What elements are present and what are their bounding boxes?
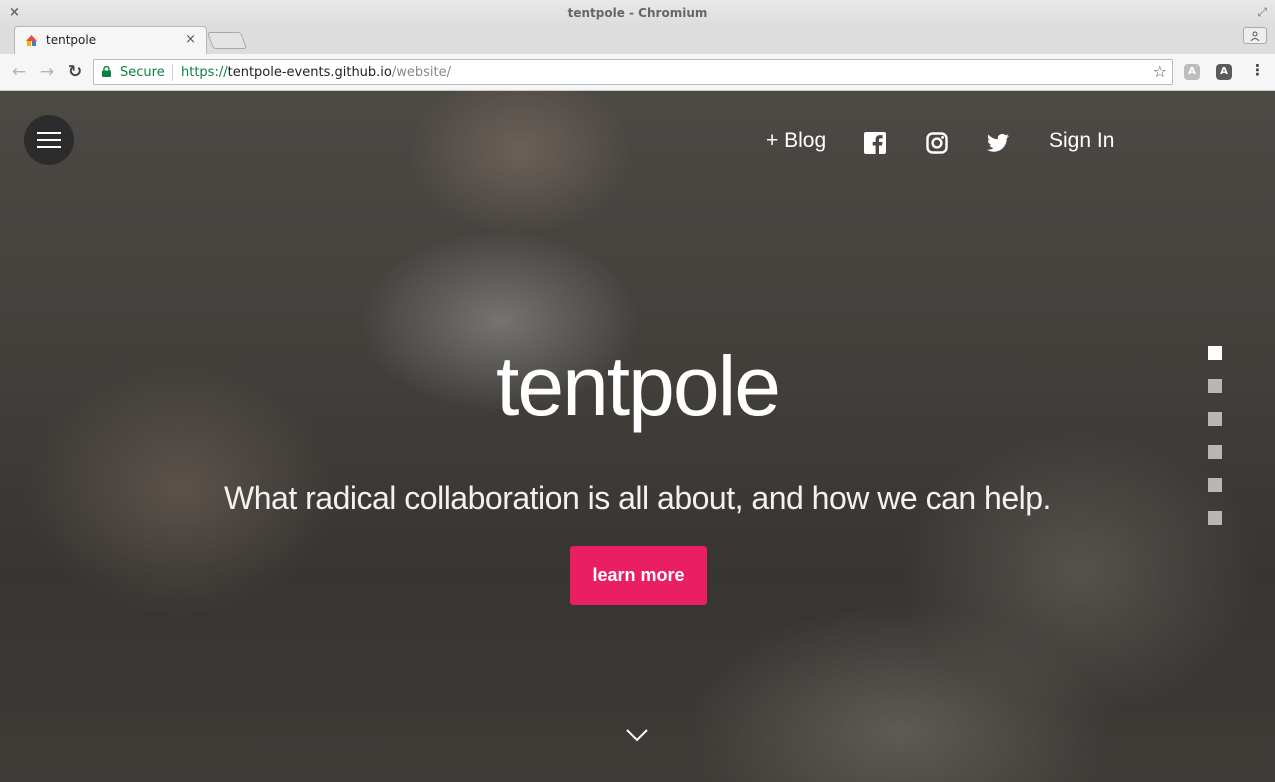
hamburger-line: [37, 132, 61, 134]
window-maximize-button[interactable]: ⤢: [1257, 5, 1267, 20]
hero-section: + Blog Sign In tentpole What radical col…: [0, 91, 1275, 782]
back-button[interactable]: ←: [8, 61, 30, 83]
angular-gray-icon[interactable]: A: [1184, 64, 1200, 80]
tab-strip: tentpole ×: [0, 26, 1275, 54]
tab-close-button[interactable]: ×: [185, 32, 196, 47]
instagram-icon[interactable]: [926, 132, 948, 154]
url-text[interactable]: https://tentpole-events.github.io/websit…: [181, 65, 451, 80]
reload-button[interactable]: ↻: [64, 61, 86, 83]
tab-title: tentpole: [46, 33, 97, 47]
forward-button[interactable]: →: [36, 61, 58, 83]
browser-menu-icon[interactable]: ⋮: [1250, 61, 1265, 79]
url-scheme: https://: [181, 65, 228, 80]
person-icon: [1250, 31, 1260, 42]
address-bar[interactable]: Secure https://tentpole-events.github.io…: [93, 59, 1173, 85]
slide-dot[interactable]: [1208, 511, 1222, 525]
url-path: /website/: [391, 65, 451, 80]
angular-dark-icon[interactable]: A: [1216, 64, 1232, 80]
facebook-icon[interactable]: [864, 132, 886, 154]
hamburger-line: [37, 139, 61, 141]
browser-toolbar: ← → ↻ Secure https://tentpole-events.git…: [0, 54, 1275, 91]
slide-dot[interactable]: [1208, 478, 1222, 492]
slide-dot[interactable]: [1208, 346, 1222, 360]
window-title: tentpole - Chromium: [567, 6, 708, 20]
slide-dot[interactable]: [1208, 412, 1222, 426]
hamburger-menu-button[interactable]: [24, 115, 74, 165]
slide-dot[interactable]: [1208, 379, 1222, 393]
lock-icon: [102, 66, 111, 77]
hamburger-line: [37, 146, 61, 148]
hero-subtitle: What radical collaboration is all about,…: [224, 480, 1051, 516]
bookmark-star-icon[interactable]: ☆: [1153, 62, 1167, 81]
sign-in-link[interactable]: Sign In: [1049, 129, 1114, 153]
tentpole-favicon-icon: [26, 35, 37, 46]
learn-more-button[interactable]: learn more: [570, 546, 707, 605]
slide-dot[interactable]: [1208, 445, 1222, 459]
tab-tentpole[interactable]: tentpole ×: [14, 26, 207, 54]
twitter-icon[interactable]: [987, 132, 1009, 154]
hero-title: tentpole: [496, 339, 781, 433]
hero-background-overlay: [0, 91, 1275, 782]
window-titlebar: × tentpole - Chromium ⤢: [0, 0, 1275, 26]
url-host: tentpole-events.github.io: [227, 65, 392, 80]
address-separator: [172, 64, 173, 81]
blog-link[interactable]: + Blog: [766, 129, 826, 153]
profile-button[interactable]: [1243, 27, 1267, 44]
new-tab-button[interactable]: [206, 32, 248, 49]
scroll-down-chevron-icon[interactable]: [625, 727, 649, 743]
security-label: Secure: [120, 65, 165, 80]
